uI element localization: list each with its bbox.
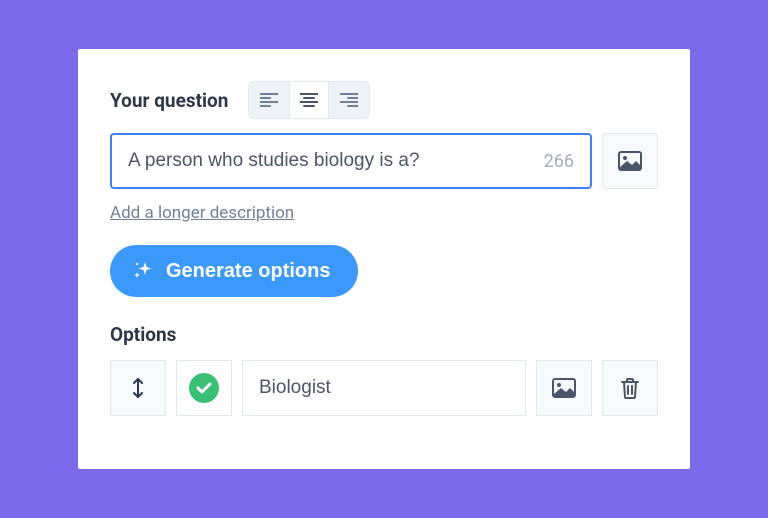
image-icon [552, 378, 576, 398]
align-right-icon [340, 93, 358, 107]
options-label: Options [110, 323, 658, 346]
question-image-button[interactable] [602, 133, 658, 189]
question-input[interactable] [128, 150, 534, 172]
question-editor-card: Your question 266 Add a longer descripti… [78, 49, 690, 469]
trash-icon [620, 377, 640, 399]
image-icon [618, 151, 642, 171]
question-input-wrap: 266 [110, 133, 592, 189]
question-header-row: Your question [110, 81, 658, 119]
option-text-input[interactable] [259, 377, 509, 399]
option-image-button[interactable] [536, 360, 592, 416]
option-correct-toggle[interactable] [176, 360, 232, 416]
align-center-icon [300, 93, 318, 107]
option-drag-handle[interactable] [110, 360, 166, 416]
align-right-button[interactable] [329, 82, 369, 118]
generate-options-button[interactable]: Generate options [110, 245, 358, 297]
question-label: Your question [110, 89, 228, 112]
option-row [110, 360, 658, 416]
question-input-row: 266 [110, 133, 658, 189]
character-counter: 266 [544, 151, 574, 172]
align-left-icon [260, 93, 278, 107]
generate-options-label: Generate options [166, 260, 330, 283]
sparkle-icon [132, 260, 154, 282]
align-center-button[interactable] [289, 82, 329, 118]
text-align-group [248, 81, 370, 119]
option-delete-button[interactable] [602, 360, 658, 416]
check-icon [196, 381, 212, 395]
check-circle [189, 373, 219, 403]
add-description-link[interactable]: Add a longer description [110, 203, 294, 223]
option-text-cell [242, 360, 526, 416]
align-left-button[interactable] [249, 82, 289, 118]
drag-vertical-icon [131, 376, 145, 400]
